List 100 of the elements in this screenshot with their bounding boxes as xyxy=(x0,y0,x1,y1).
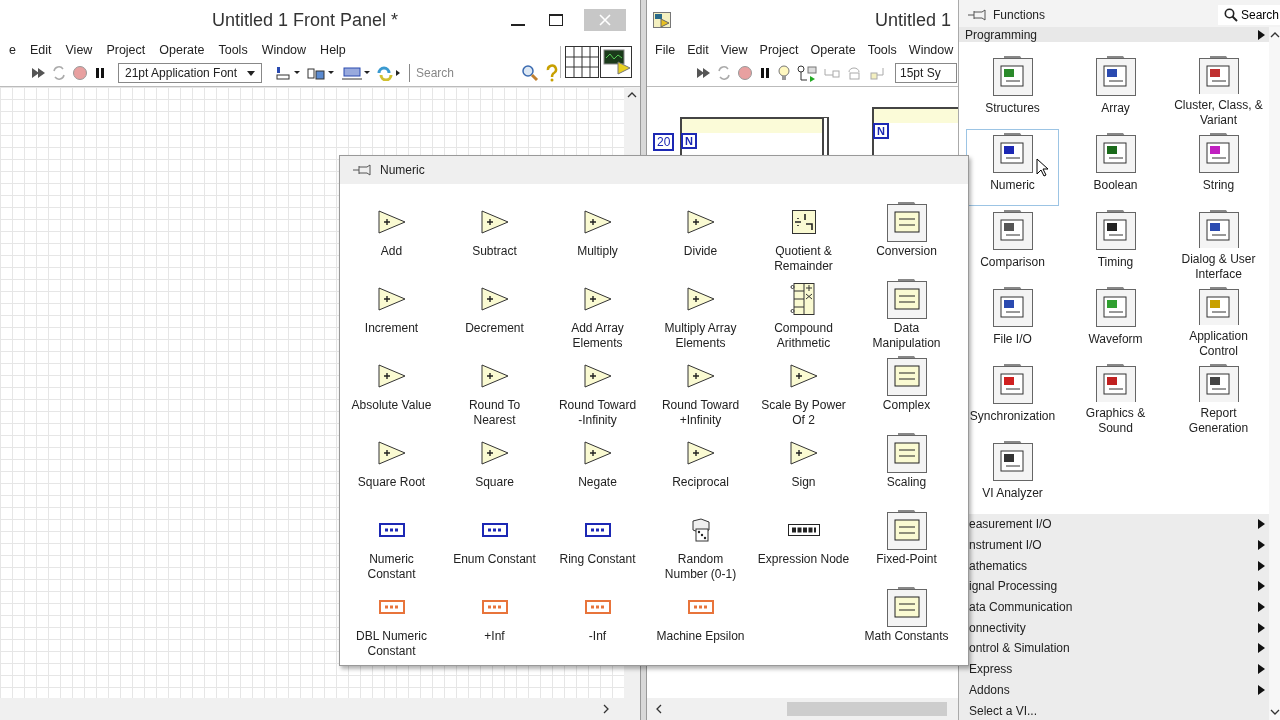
align-objects-icon[interactable] xyxy=(275,65,301,81)
search-button[interactable]: Search xyxy=(1217,5,1280,25)
palette-item[interactable]: String xyxy=(1172,129,1265,206)
palette-item[interactable]: Square xyxy=(443,432,546,509)
palette-item[interactable]: Application Control xyxy=(1172,283,1265,360)
palette-section-header[interactable]: Programming xyxy=(959,27,1269,42)
palette-item[interactable]: Numeric Constant xyxy=(340,509,443,586)
palette-item[interactable]: Reciprocal xyxy=(649,432,752,509)
palette-item[interactable]: Data Manipulation xyxy=(855,278,958,355)
menu-item[interactable]: Window xyxy=(254,43,314,57)
run-arrow-icon[interactable] xyxy=(695,65,711,81)
run-arrow-icon[interactable] xyxy=(30,65,46,81)
item-label: Increment xyxy=(364,321,419,336)
palette-item[interactable]: Array xyxy=(1069,52,1162,129)
menu-item[interactable]: Edit xyxy=(22,43,59,57)
menu-item[interactable]: Project xyxy=(99,43,153,57)
palette-item[interactable]: Graphics & Sound xyxy=(1069,360,1162,437)
palette-item[interactable]: Dialog & User Interface xyxy=(1172,206,1265,283)
vertical-scrollbar[interactable] xyxy=(1269,27,1280,720)
font-dropdown[interactable]: 15pt Sy xyxy=(895,63,957,83)
palette-item[interactable]: Cluster, Class, & Variant xyxy=(1172,52,1265,129)
item-label: Machine Epsilon xyxy=(656,629,745,644)
palette-item[interactable]: Scaling xyxy=(855,432,958,509)
pause-icon[interactable] xyxy=(758,66,772,80)
vi-icon[interactable] xyxy=(600,46,632,78)
pause-icon[interactable] xyxy=(93,66,107,80)
menu-item[interactable]: Tools xyxy=(861,43,903,57)
menu-item[interactable]: Project xyxy=(753,43,805,57)
menu-item[interactable]: View xyxy=(714,43,754,57)
category-item[interactable]: Addons xyxy=(959,679,1269,701)
palette-item[interactable]: DBL Numeric Constant xyxy=(340,586,443,663)
pin-icon[interactable] xyxy=(967,8,987,22)
menu-item[interactable]: Tools xyxy=(211,43,255,57)
item-label: Divide xyxy=(683,244,718,259)
palette-item[interactable]: Subtract xyxy=(443,201,546,278)
palette-item[interactable]: Absolute Value xyxy=(340,355,443,432)
palette-item[interactable]: Boolean xyxy=(1069,129,1162,206)
palette-item[interactable]: Random Number (0-1) xyxy=(649,509,752,586)
connector-pane-icon[interactable] xyxy=(565,46,599,78)
palette-item[interactable]: Round Toward +Infinity xyxy=(649,355,752,432)
palette-item[interactable]: +Inf xyxy=(443,586,546,663)
search-icon[interactable] xyxy=(521,64,539,82)
folder-icon xyxy=(991,209,1034,251)
palette-item[interactable]: Complex xyxy=(855,355,958,432)
category-item[interactable]: Select a VI... xyxy=(959,700,1269,720)
palette-item[interactable]: Scale By Power Of 2 xyxy=(752,355,855,432)
palette-item[interactable]: Round Toward -Infinity xyxy=(546,355,649,432)
palette-item[interactable]: File I/O xyxy=(966,283,1059,360)
palette-item[interactable]: Report Generation xyxy=(1172,360,1265,437)
palette-item[interactable]: Structures xyxy=(966,52,1059,129)
palette-item[interactable]: Enum Constant xyxy=(443,509,546,586)
horizontal-scrollbar[interactable] xyxy=(0,698,640,720)
menu-item[interactable]: Help xyxy=(313,43,353,57)
menu-item[interactable]: Operate xyxy=(804,43,862,57)
submenu-arrow-icon xyxy=(1258,684,1265,695)
function-node-icon xyxy=(686,441,715,465)
palette-item[interactable]: Multiply Array Elements xyxy=(649,278,752,355)
palette-item[interactable]: Increment xyxy=(340,278,443,355)
menu-item[interactable]: Edit xyxy=(681,43,715,57)
menu-item[interactable]: File xyxy=(649,43,682,57)
palette-item[interactable]: Conversion xyxy=(855,201,958,278)
palette-item[interactable]: Square Root xyxy=(340,432,443,509)
palette-item[interactable]: Fixed-Point xyxy=(855,509,958,586)
search-field[interactable]: Search xyxy=(409,64,516,82)
palette-item[interactable]: Comparison xyxy=(966,206,1059,283)
palette-item[interactable]: Timing xyxy=(1069,206,1162,283)
palette-item[interactable]: Ring Constant xyxy=(546,509,649,586)
palette-title: Functions xyxy=(993,8,1046,22)
submenu-arrow-icon xyxy=(1258,560,1265,571)
abort-icon[interactable] xyxy=(72,65,88,81)
palette-item[interactable]: Decrement xyxy=(443,278,546,355)
menu-item[interactable]: e xyxy=(2,43,23,57)
palette-item[interactable]: Multiply xyxy=(546,201,649,278)
palette-item[interactable]: Negate xyxy=(546,432,649,509)
palette-item[interactable]: Math Constants xyxy=(855,586,958,663)
menu-item[interactable]: View xyxy=(58,43,100,57)
palette-item[interactable]: Round To Nearest xyxy=(443,355,546,432)
palette-item[interactable]: Sign xyxy=(752,432,855,509)
function-node-icon xyxy=(686,210,715,234)
pin-icon[interactable] xyxy=(352,163,372,177)
horizontal-scrollbar[interactable] xyxy=(647,698,959,720)
palette-item[interactable]: Synchronization xyxy=(966,360,1059,437)
light-bulb-icon[interactable] xyxy=(777,64,791,82)
distribute-objects-icon[interactable] xyxy=(306,65,336,81)
palette-item[interactable]: Quotient & Remainder xyxy=(752,201,855,278)
abort-icon[interactable] xyxy=(737,65,753,81)
palette-item[interactable]: Add xyxy=(340,201,443,278)
palette-item[interactable]: -Inf xyxy=(546,586,649,663)
palette-item[interactable]: Add Array Elements xyxy=(546,278,649,355)
palette-item[interactable]: Waveform xyxy=(1069,283,1162,360)
resize-objects-icon[interactable] xyxy=(341,65,371,81)
probe-icon[interactable] xyxy=(796,64,818,82)
palette-item[interactable]: Expression Node xyxy=(752,509,855,586)
palette-item[interactable]: Machine Epsilon xyxy=(649,586,752,663)
font-dropdown[interactable]: 21pt Application Font xyxy=(118,63,262,83)
palette-item[interactable]: Compound Arithmetic xyxy=(752,278,855,355)
menu-item[interactable]: Window xyxy=(902,43,959,57)
palette-item[interactable]: VI Analyzer xyxy=(966,437,1059,514)
palette-item[interactable]: Divide xyxy=(649,201,752,278)
menu-item[interactable]: Operate xyxy=(152,43,212,57)
